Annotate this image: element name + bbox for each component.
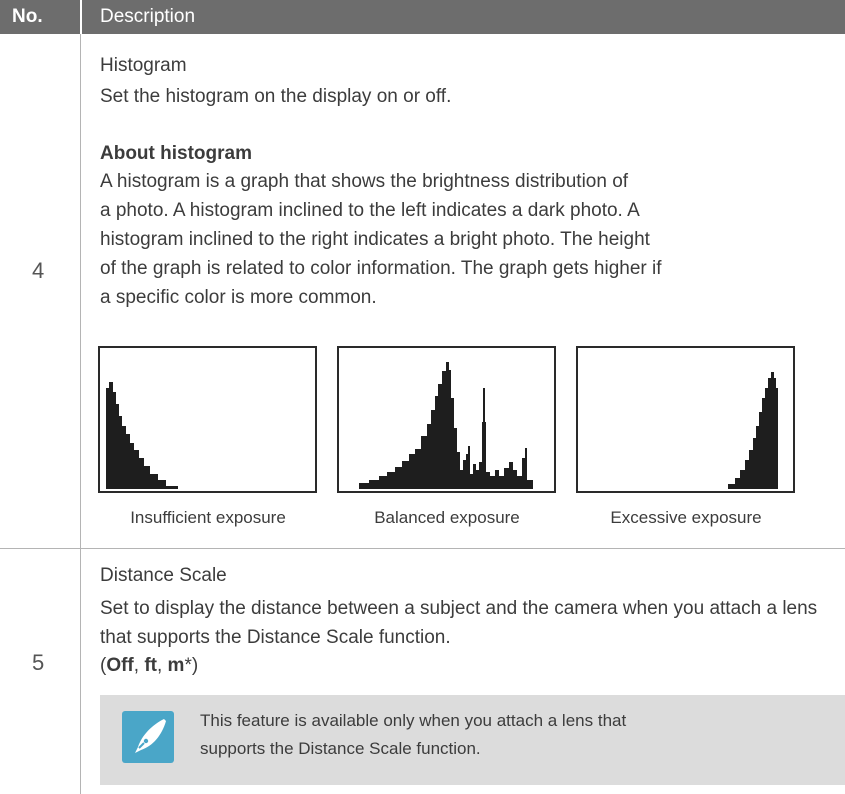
histogram-insufficient	[98, 346, 317, 493]
note-box: This feature is available only when you …	[100, 695, 845, 785]
note-text: This feature is available only when you …	[200, 711, 627, 758]
histogram-description: Set the histogram on the display on or o…	[100, 86, 452, 107]
histogram-title: Histogram	[100, 55, 187, 76]
histogram-balanced	[337, 346, 556, 493]
row-number-4: 4	[32, 258, 45, 283]
distance-scale-title: Distance Scale	[100, 565, 227, 586]
caption-balanced: Balanced exposure	[374, 508, 520, 527]
about-histogram-heading: About histogram	[100, 143, 252, 164]
option-ft: ft	[144, 655, 157, 676]
table-header: No. Description	[0, 0, 845, 34]
distance-scale-options: (Off, ft, m*)	[100, 652, 198, 680]
option-m: m	[167, 655, 185, 676]
option-off: Off	[106, 655, 134, 676]
header-divider	[80, 0, 82, 34]
distance-scale-description: Set to display the distance between a su…	[100, 598, 818, 648]
header-description: Description	[100, 6, 196, 27]
row-number-5: 5	[32, 650, 45, 675]
column-divider	[80, 34, 81, 794]
pen-nib-icon	[122, 711, 174, 763]
header-no: No.	[12, 6, 43, 27]
options-sep: ,	[156, 655, 168, 676]
histogram-excessive	[576, 346, 795, 493]
about-histogram-paragraph: A histogram is a graph that shows the br…	[100, 171, 662, 308]
row-divider	[0, 548, 845, 549]
caption-insufficient: Insufficient exposure	[130, 508, 286, 527]
caption-excessive: Excessive exposure	[610, 508, 762, 527]
options-sep: ,	[133, 655, 145, 676]
options-close-paren: *)	[184, 655, 199, 676]
